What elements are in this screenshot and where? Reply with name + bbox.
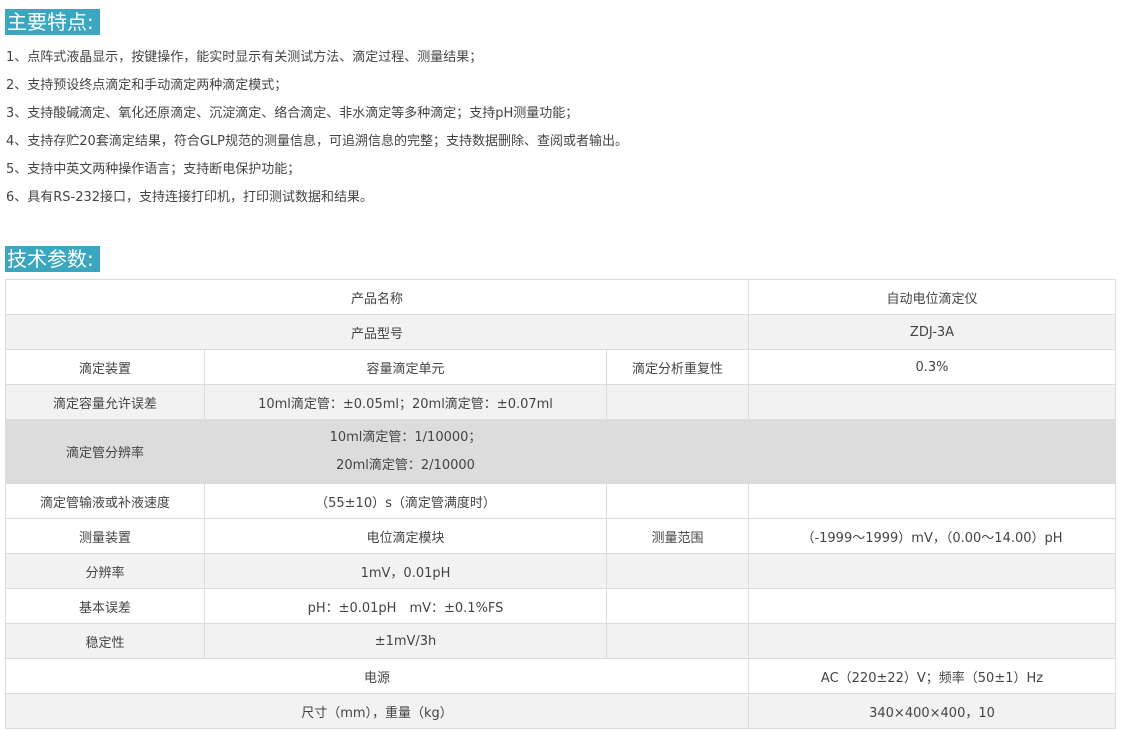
table-cell-label: 稳定性	[5, 623, 205, 659]
table-cell-empty	[748, 588, 1116, 624]
table-cell-empty	[606, 623, 749, 659]
table-cell-label: 滴定管分辨率	[5, 419, 205, 484]
table-cell-label: 滴定管输液或补液速度	[5, 483, 205, 519]
table-cell-label: 基本误差	[5, 588, 205, 624]
table-cell-value: 0.3%	[748, 349, 1116, 385]
table-cell-value: ±1mV/3h	[204, 623, 607, 659]
table-row: 电源 AC（220±22）V；频率（50±1）Hz	[5, 658, 1116, 694]
table-cell-empty	[606, 588, 749, 624]
table-cell-label: 滴定容量允许误差	[5, 384, 205, 420]
table-cell-label: 滴定分析重复性	[606, 349, 749, 385]
table-cell-empty	[748, 384, 1116, 420]
table-cell-value: 10ml滴定管：±0.05ml；20ml滴定管：±0.07ml	[204, 384, 607, 420]
feature-item: 6、具有RS-232接口，支持连接打印机，打印测试数据和结果。	[6, 190, 374, 205]
table-row: 尺寸（mm），重量（kg） 340×400×400，10	[5, 693, 1116, 729]
feature-item: 4、支持存贮20套滴定结果，符合GLP规范的测量信息，可追溯信息的完整；支持数据…	[6, 134, 628, 149]
table-row: 滴定装置 容量滴定单元 滴定分析重复性 0.3%	[5, 349, 1116, 385]
table-cell-label: 电源	[5, 658, 749, 694]
table-cell-line: 10ml滴定管：1/10000；	[329, 429, 482, 445]
table-cell-label: 尺寸（mm），重量（kg）	[5, 693, 749, 729]
table-cell-empty	[606, 419, 749, 484]
table-cell-empty	[606, 384, 749, 420]
feature-item: 2、支持预设终点滴定和手动滴定两种滴定模式；	[6, 78, 288, 93]
table-row: 滴定容量允许误差 10ml滴定管：±0.05ml；20ml滴定管：±0.07ml	[5, 384, 1116, 420]
table-cell-empty	[748, 623, 1116, 659]
specs-table: 产品名称 自动电位滴定仪 产品型号 ZDJ-3A 滴定装置 容量滴定单元 滴定分…	[5, 279, 1116, 729]
table-row: 分辨率 1mV，0.01pH	[5, 553, 1116, 589]
table-cell-label: 产品型号	[5, 314, 749, 350]
features-list: 1、点阵式液晶显示，按键操作，能实时显示有关测试方法、滴定过程、测量结果； 2、…	[6, 44, 628, 212]
table-cell-empty	[606, 483, 749, 519]
table-row: 产品型号 ZDJ-3A	[5, 314, 1116, 350]
table-cell-label: 测量范围	[606, 518, 749, 554]
table-cell-value: （-1999～1999）mV，（0.00～14.00）pH	[748, 518, 1116, 554]
table-cell-value: 10ml滴定管：1/10000； 20ml滴定管：2/10000	[204, 419, 607, 484]
table-cell-label: 产品名称	[5, 279, 749, 315]
feature-item: 3、支持酸碱滴定、氧化还原滴定、沉淀滴定、络合滴定、非水滴定等多种滴定；支持pH…	[6, 106, 579, 121]
table-cell-value: （55±10）s（滴定管满度时）	[204, 483, 607, 519]
table-cell-value: 340×400×400，10	[748, 693, 1116, 729]
table-cell-label: 滴定装置	[5, 349, 205, 385]
table-row: 滴定管分辨率 10ml滴定管：1/10000； 20ml滴定管：2/10000	[5, 419, 1116, 484]
table-cell-value: 自动电位滴定仪	[748, 279, 1116, 315]
table-cell-value: 1mV，0.01pH	[204, 553, 607, 589]
table-cell-value: pH：±0.01pH mV：±0.1%FS	[204, 588, 607, 624]
table-cell-empty	[748, 483, 1116, 519]
table-cell-empty	[748, 419, 1116, 484]
table-row: 基本误差 pH：±0.01pH mV：±0.1%FS	[5, 588, 1116, 624]
feature-item: 5、支持中英文两种操作语言；支持断电保护功能；	[6, 162, 301, 177]
table-cell-label: 测量装置	[5, 518, 205, 554]
table-cell-value: ZDJ-3A	[748, 314, 1116, 350]
table-cell-label: 分辨率	[5, 553, 205, 589]
table-cell-value: 容量滴定单元	[204, 349, 607, 385]
table-cell-value: AC（220±22）V；频率（50±1）Hz	[748, 658, 1116, 694]
table-cell-empty	[606, 553, 749, 589]
table-row: 产品名称 自动电位滴定仪	[5, 279, 1116, 315]
features-heading: 主要特点:	[5, 9, 100, 35]
table-row: 稳定性 ±1mV/3h	[5, 623, 1116, 659]
table-cell-value: 电位滴定模块	[204, 518, 607, 554]
feature-item: 1、点阵式液晶显示，按键操作，能实时显示有关测试方法、滴定过程、测量结果；	[6, 50, 483, 65]
table-cell-empty	[748, 553, 1116, 589]
table-row: 滴定管输液或补液速度 （55±10）s（滴定管满度时）	[5, 483, 1116, 519]
table-row: 测量装置 电位滴定模块 测量范围 （-1999～1999）mV，（0.00～14…	[5, 518, 1116, 554]
table-cell-line: 20ml滴定管：2/10000	[336, 457, 475, 473]
specs-heading: 技术参数:	[5, 246, 100, 272]
